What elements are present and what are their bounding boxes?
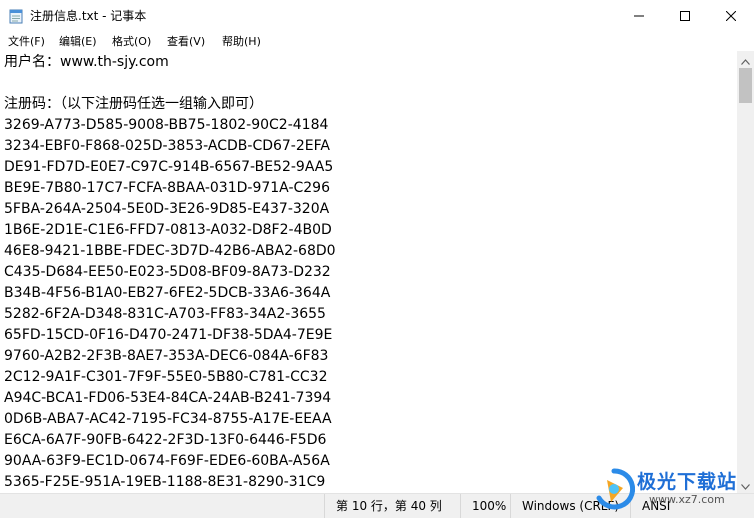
editor-line: 0D6B-ABA7-AC42-7195-FC34-8755-A17E-EEAA	[4, 411, 332, 427]
editor-line: 3234-EBF0-F868-025D-3853-ACDB-CD67-2EFA	[4, 138, 330, 154]
editor-line: 9760-A2B2-2F3B-8AE7-353A-DEC6-084A-6F83	[4, 348, 329, 364]
menu-file[interactable]: 文件(F)	[8, 33, 45, 49]
editor-line: 5282-6F2A-D348-831C-A703-FF83-34A2-3655	[4, 306, 326, 322]
editor-line: C435-D684-EE50-E023-5D08-BF09-8A73-D232	[4, 264, 331, 280]
editor-line: 90AA-63F9-EC1D-0674-F69F-EDE6-60BA-A56A	[4, 453, 330, 469]
scroll-up-button[interactable]	[737, 51, 754, 68]
window-title: 注册信息.txt - 记事本	[30, 9, 147, 23]
notepad-window: 注册信息.txt - 记事本 文件(F) 编辑(E) 格式(O) 查看(V) 帮…	[0, 0, 754, 518]
editor-content: 用户名：www.th-sjy.com 注册码：（以下注册码任选一组输入即可） 326…	[4, 52, 336, 493]
watermark-title: 极光下载站	[637, 471, 738, 493]
vertical-scrollbar[interactable]	[737, 51, 754, 493]
minimize-icon	[634, 6, 644, 25]
chevron-up-icon	[741, 50, 750, 69]
editor-line: 用户名：www.th-sjy.com	[4, 54, 169, 70]
editor-line: 注册码：（以下注册码任选一组输入即可）	[4, 96, 263, 112]
watermark-url: www.xz7.com	[649, 493, 725, 506]
editor-line: 65FD-15CD-0F16-D470-2471-DF38-5DA4-7E9E	[4, 327, 333, 343]
zoom-level: 100%	[460, 494, 510, 518]
menu-view[interactable]: 查看(V)	[167, 33, 205, 49]
menu-help[interactable]: 帮助(H)	[222, 33, 261, 49]
scroll-thumb[interactable]	[739, 68, 752, 103]
editor-line: 5FBA-264A-2504-5E0D-3E26-9D85-E437-320A	[4, 201, 330, 217]
editor-line: B34B-4F56-B1A0-EB27-6FE2-5DCB-33A6-364A	[4, 285, 331, 301]
watermark-logo-icon	[593, 468, 636, 510]
close-icon	[725, 6, 737, 25]
close-button[interactable]	[708, 0, 754, 31]
editor-line: 1B6E-2D1E-C1E6-FFD7-0813-A032-D8F2-4B0D	[4, 222, 332, 238]
editor-line: A94C-BCA1-FD06-53E4-84CA-24AB-B241-7394	[4, 390, 332, 406]
notepad-icon	[9, 8, 23, 24]
maximize-button[interactable]	[662, 0, 708, 31]
editor-line: E6CA-6A7F-90FB-6422-2F3D-13F0-6446-F5D6	[4, 432, 327, 448]
editor-line: BE9E-7B80-17C7-FCFA-8BAA-031D-971A-C296	[4, 180, 330, 196]
editor-line: DE91-FD7D-E0E7-C97C-914B-6567-BE52-9AA5	[4, 159, 334, 175]
maximize-icon	[680, 6, 690, 25]
title-bar[interactable]: 注册信息.txt - 记事本	[0, 0, 754, 31]
menu-edit[interactable]: 编辑(E)	[59, 33, 97, 49]
menu-bar: 文件(F) 编辑(E) 格式(O) 查看(V) 帮助(H)	[0, 31, 754, 50]
editor-line: 3269-A773-D585-9008-BB75-1802-90C2-4184	[4, 117, 329, 133]
minimize-button[interactable]	[616, 0, 662, 31]
editor-line: 46E8-9421-1BBE-FDEC-3D7D-42B6-ABA2-68D0	[4, 243, 336, 259]
cursor-position: 第 10 行，第 40 列	[324, 494, 460, 518]
editor-line: 2C12-9A1F-C301-7F9F-55E0-5B80-C781-CC32	[4, 369, 328, 385]
editor-line: 5365-F25E-951A-19EB-1188-8E31-8290-31C9	[4, 474, 326, 490]
menu-format[interactable]: 格式(O)	[112, 33, 151, 49]
watermark: 极光下载站 www.xz7.com	[593, 466, 751, 514]
text-editor[interactable]: 用户名：www.th-sjy.com 注册码：（以下注册码任选一组输入即可） 326…	[0, 51, 737, 493]
